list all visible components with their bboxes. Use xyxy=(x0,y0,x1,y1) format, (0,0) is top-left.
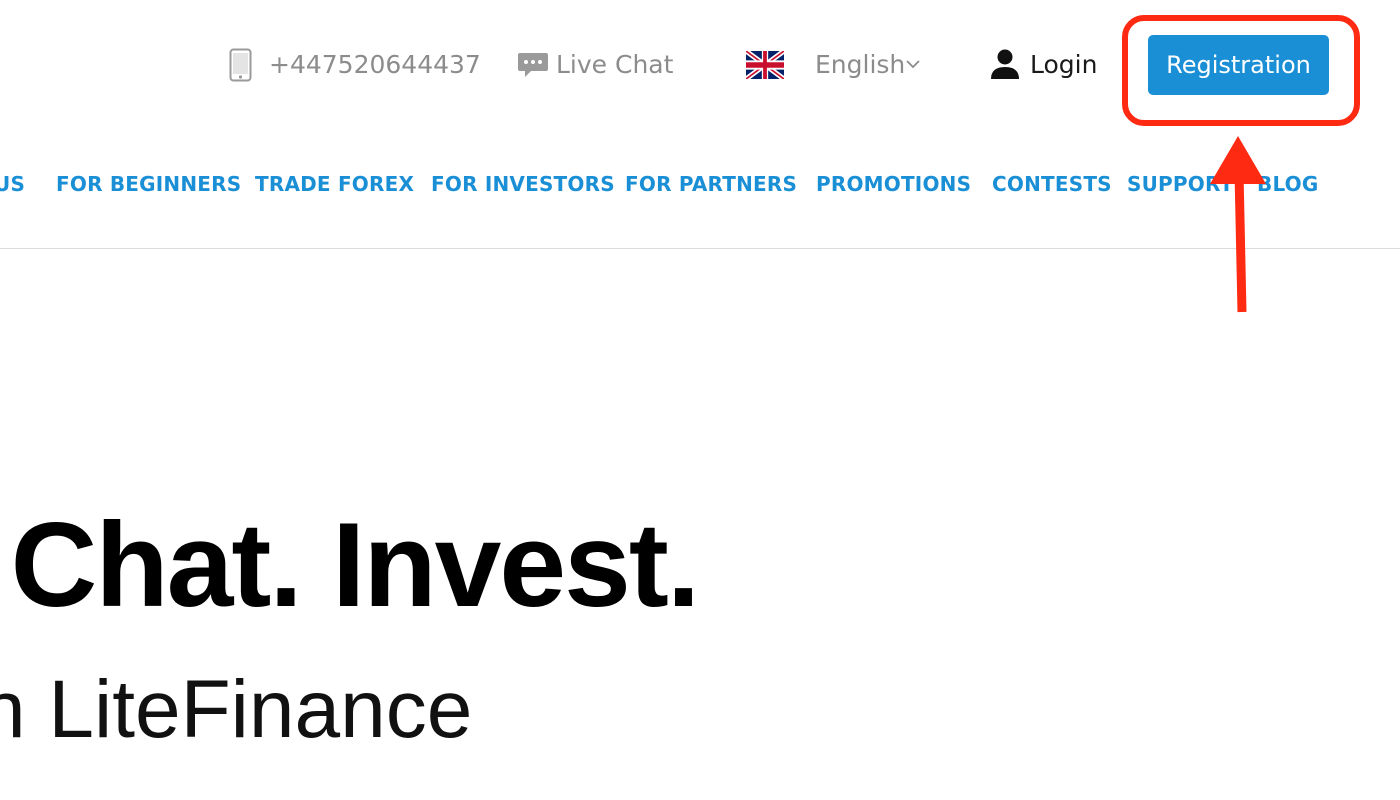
nav-item-trade-forex[interactable]: TRADE FOREX xyxy=(255,167,414,201)
header-divider xyxy=(0,248,1400,249)
nav-item-promotions[interactable]: PROMOTIONS xyxy=(816,167,971,201)
chat-bubble-icon xyxy=(518,53,548,77)
language-selector[interactable]: English xyxy=(815,46,905,84)
hero-subtitle: h LiteFinance xyxy=(0,664,473,755)
nav-item-about-us[interactable]: US xyxy=(0,167,25,201)
registration-button[interactable]: Registration xyxy=(1148,35,1329,95)
user-icon xyxy=(991,49,1019,79)
hero-title: . Chat. Invest. xyxy=(0,498,700,632)
phone-icon xyxy=(229,48,252,82)
annotation-arrow xyxy=(1210,136,1266,313)
nav-item-contests[interactable]: CONTESTS xyxy=(992,167,1112,201)
login-link[interactable]: Login xyxy=(1030,46,1097,84)
nav-item-for-beginners[interactable]: FOR BEGINNERS xyxy=(56,167,241,201)
nav-item-for-investors[interactable]: FOR INVESTORS xyxy=(431,167,615,201)
live-chat-link[interactable]: Live Chat xyxy=(556,46,673,84)
chevron-down-icon[interactable] xyxy=(905,58,921,70)
nav-item-for-partners[interactable]: FOR PARTNERS xyxy=(625,167,797,201)
main-navigation: US FOR BEGINNERS TRADE FOREX FOR INVESTO… xyxy=(0,167,1400,201)
uk-flag-icon xyxy=(746,51,784,79)
phone-number[interactable]: +447520644437 xyxy=(269,46,481,84)
